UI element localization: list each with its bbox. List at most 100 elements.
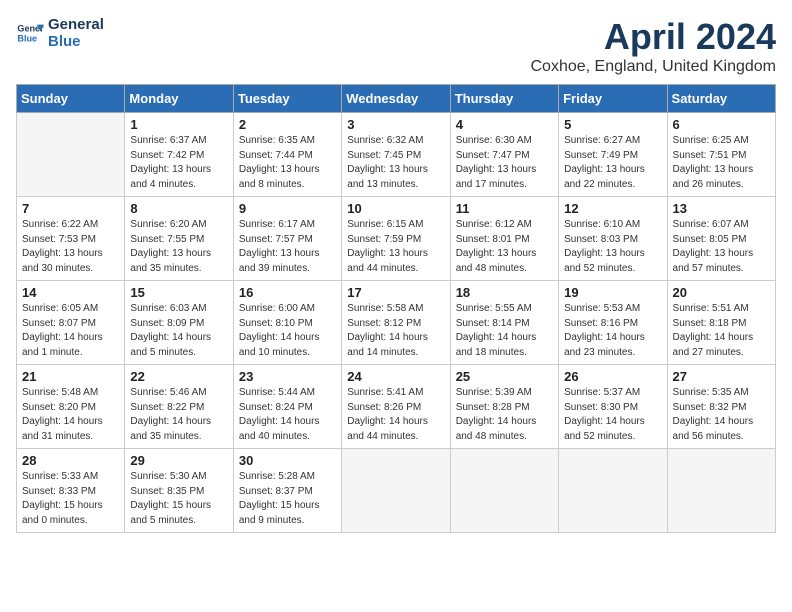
week-row-2: 7Sunrise: 6:22 AMSunset: 7:53 PMDaylight…	[17, 197, 776, 281]
day-number: 5	[564, 117, 661, 132]
day-number: 10	[347, 201, 444, 216]
calendar-cell: 4 Sunrise: 6:30 AMSunset: 7:47 PMDaylight…	[450, 113, 558, 197]
day-detail: Sunrise: 5:30 AMSunset: 8:35 PMDaylight:…	[130, 470, 227, 528]
week-row-3: 14 Sunrise: 6:05 AMSunset: 8:07 PMDayligh…	[17, 281, 776, 365]
calendar-cell: 8 Sunrise: 6:20 AMSunset: 7:55 PMDaylight…	[125, 197, 233, 281]
calendar-cell: 7Sunrise: 6:22 AMSunset: 7:53 PMDaylight…	[17, 197, 125, 281]
calendar-cell: 10 Sunrise: 6:15 AMSunset: 7:59 PMDayligh…	[342, 197, 450, 281]
calendar-cell: 15 Sunrise: 6:03 AMSunset: 8:09 PMDayligh…	[125, 281, 233, 365]
day-detail: Sunrise: 5:37 AMSunset: 8:30 PMDaylight:…	[564, 386, 661, 444]
day-number: 13	[673, 201, 770, 216]
day-detail: Sunrise: 5:53 AMSunset: 8:16 PMDaylight:…	[564, 302, 661, 360]
day-number: 28	[22, 453, 119, 468]
weekday-header-tuesday: Tuesday	[233, 85, 341, 113]
calendar-cell: 2Sunrise: 6:35 AMSunset: 7:44 PMDaylight…	[233, 113, 341, 197]
day-detail: Sunrise: 6:00 AMSunset: 8:10 PMDaylight:…	[239, 302, 336, 360]
day-detail: Sunrise: 5:33 AMSunset: 8:33 PMDaylight:…	[22, 470, 119, 528]
day-detail: Sunrise: 6:25 AMSunset: 7:51 PMDaylight:…	[673, 134, 770, 192]
day-number: 26	[564, 369, 661, 384]
calendar-cell: 6 Sunrise: 6:25 AMSunset: 7:51 PMDaylight…	[667, 113, 775, 197]
day-number: 30	[239, 453, 336, 468]
day-detail: Sunrise: 6:17 AMSunset: 7:57 PMDaylight:…	[239, 218, 336, 276]
logo: General Blue General Blue	[16, 16, 104, 50]
day-number: 12	[564, 201, 661, 216]
month-title: April 2024	[531, 16, 777, 58]
day-number: 9	[239, 201, 336, 216]
calendar-cell: 20Sunrise: 5:51 AMSunset: 8:18 PMDayligh…	[667, 281, 775, 365]
calendar-cell: 24 Sunrise: 5:41 AMSunset: 8:26 PMDayligh…	[342, 365, 450, 449]
day-detail: Sunrise: 6:37 AMSunset: 7:42 PMDaylight:…	[130, 134, 227, 192]
calendar-cell: 23 Sunrise: 5:44 AMSunset: 8:24 PMDayligh…	[233, 365, 341, 449]
calendar-cell	[17, 113, 125, 197]
day-number: 14	[22, 285, 119, 300]
calendar-cell: 12 Sunrise: 6:10 AMSunset: 8:03 PMDayligh…	[559, 197, 667, 281]
day-number: 2	[239, 117, 336, 132]
day-detail: Sunrise: 5:48 AMSunset: 8:20 PMDaylight:…	[22, 386, 119, 444]
calendar-cell: 19Sunrise: 5:53 AMSunset: 8:16 PMDayligh…	[559, 281, 667, 365]
day-number: 17	[347, 285, 444, 300]
calendar-cell: 28 Sunrise: 5:33 AMSunset: 8:33 PMDayligh…	[17, 449, 125, 533]
day-number: 27	[673, 369, 770, 384]
calendar-cell: 17 Sunrise: 5:58 AMSunset: 8:12 PMDayligh…	[342, 281, 450, 365]
day-detail: Sunrise: 6:22 AMSunset: 7:53 PMDaylight:…	[22, 218, 119, 276]
logo-blue: Blue	[48, 33, 104, 50]
day-detail: Sunrise: 5:39 AMSunset: 8:28 PMDaylight:…	[456, 386, 553, 444]
day-detail: Sunrise: 5:55 AMSunset: 8:14 PMDaylight:…	[456, 302, 553, 360]
day-detail: Sunrise: 6:07 AMSunset: 8:05 PMDaylight:…	[673, 218, 770, 276]
calendar-cell: 21 Sunrise: 5:48 AMSunset: 8:20 PMDayligh…	[17, 365, 125, 449]
calendar-table: SundayMondayTuesdayWednesdayThursdayFrid…	[16, 84, 776, 533]
weekday-header-friday: Friday	[559, 85, 667, 113]
weekday-header-sunday: Sunday	[17, 85, 125, 113]
calendar-cell: 13 Sunrise: 6:07 AMSunset: 8:05 PMDayligh…	[667, 197, 775, 281]
day-detail: Sunrise: 6:03 AMSunset: 8:09 PMDaylight:…	[130, 302, 227, 360]
page-header: General Blue General Blue April 2024 Cox…	[16, 16, 776, 76]
day-detail: Sunrise: 5:35 AMSunset: 8:32 PMDaylight:…	[673, 386, 770, 444]
calendar-cell: 22Sunrise: 5:46 AMSunset: 8:22 PMDayligh…	[125, 365, 233, 449]
day-detail: Sunrise: 5:41 AMSunset: 8:26 PMDaylight:…	[347, 386, 444, 444]
day-number: 23	[239, 369, 336, 384]
calendar-cell: 11Sunrise: 6:12 AMSunset: 8:01 PMDayligh…	[450, 197, 558, 281]
day-detail: Sunrise: 5:58 AMSunset: 8:12 PMDaylight:…	[347, 302, 444, 360]
calendar-cell: 30 Sunrise: 5:28 AMSunset: 8:37 PMDayligh…	[233, 449, 341, 533]
day-number: 15	[130, 285, 227, 300]
day-detail: Sunrise: 6:27 AMSunset: 7:49 PMDaylight:…	[564, 134, 661, 192]
location: Coxhoe, England, United Kingdom	[531, 58, 777, 76]
calendar-cell: 18 Sunrise: 5:55 AMSunset: 8:14 PMDayligh…	[450, 281, 558, 365]
calendar-cell	[559, 449, 667, 533]
weekday-header-row: SundayMondayTuesdayWednesdayThursdayFrid…	[17, 85, 776, 113]
day-number: 6	[673, 117, 770, 132]
day-detail: Sunrise: 5:28 AMSunset: 8:37 PMDaylight:…	[239, 470, 336, 528]
calendar-cell: 26 Sunrise: 5:37 AMSunset: 8:30 PMDayligh…	[559, 365, 667, 449]
day-detail: Sunrise: 6:32 AMSunset: 7:45 PMDaylight:…	[347, 134, 444, 192]
calendar-cell	[667, 449, 775, 533]
day-detail: Sunrise: 6:15 AMSunset: 7:59 PMDaylight:…	[347, 218, 444, 276]
day-number: 18	[456, 285, 553, 300]
weekday-header-monday: Monday	[125, 85, 233, 113]
day-detail: Sunrise: 6:10 AMSunset: 8:03 PMDaylight:…	[564, 218, 661, 276]
calendar-cell: 29Sunrise: 5:30 AMSunset: 8:35 PMDayligh…	[125, 449, 233, 533]
calendar-cell	[342, 449, 450, 533]
day-number: 8	[130, 201, 227, 216]
day-detail: Sunrise: 6:12 AMSunset: 8:01 PMDaylight:…	[456, 218, 553, 276]
day-number: 24	[347, 369, 444, 384]
calendar-cell: 16 Sunrise: 6:00 AMSunset: 8:10 PMDayligh…	[233, 281, 341, 365]
calendar-cell: 3 Sunrise: 6:32 AMSunset: 7:45 PMDaylight…	[342, 113, 450, 197]
day-detail: Sunrise: 6:20 AMSunset: 7:55 PMDaylight:…	[130, 218, 227, 276]
weekday-header-thursday: Thursday	[450, 85, 558, 113]
day-number: 16	[239, 285, 336, 300]
day-number: 20	[673, 285, 770, 300]
calendar-cell: 5 Sunrise: 6:27 AMSunset: 7:49 PMDaylight…	[559, 113, 667, 197]
day-number: 21	[22, 369, 119, 384]
title-block: April 2024 Coxhoe, England, United Kingd…	[531, 16, 777, 76]
day-number: 3	[347, 117, 444, 132]
day-number: 4	[456, 117, 553, 132]
day-detail: Sunrise: 5:44 AMSunset: 8:24 PMDaylight:…	[239, 386, 336, 444]
day-detail: Sunrise: 6:05 AMSunset: 8:07 PMDaylight:…	[22, 302, 119, 360]
calendar-cell: 9 Sunrise: 6:17 AMSunset: 7:57 PMDaylight…	[233, 197, 341, 281]
day-detail: Sunrise: 6:30 AMSunset: 7:47 PMDaylight:…	[456, 134, 553, 192]
svg-text:Blue: Blue	[17, 33, 37, 43]
week-row-1: 1Sunrise: 6:37 AMSunset: 7:42 PMDaylight…	[17, 113, 776, 197]
weekday-header-wednesday: Wednesday	[342, 85, 450, 113]
calendar-cell: 14 Sunrise: 6:05 AMSunset: 8:07 PMDayligh…	[17, 281, 125, 365]
day-number: 22	[130, 369, 227, 384]
